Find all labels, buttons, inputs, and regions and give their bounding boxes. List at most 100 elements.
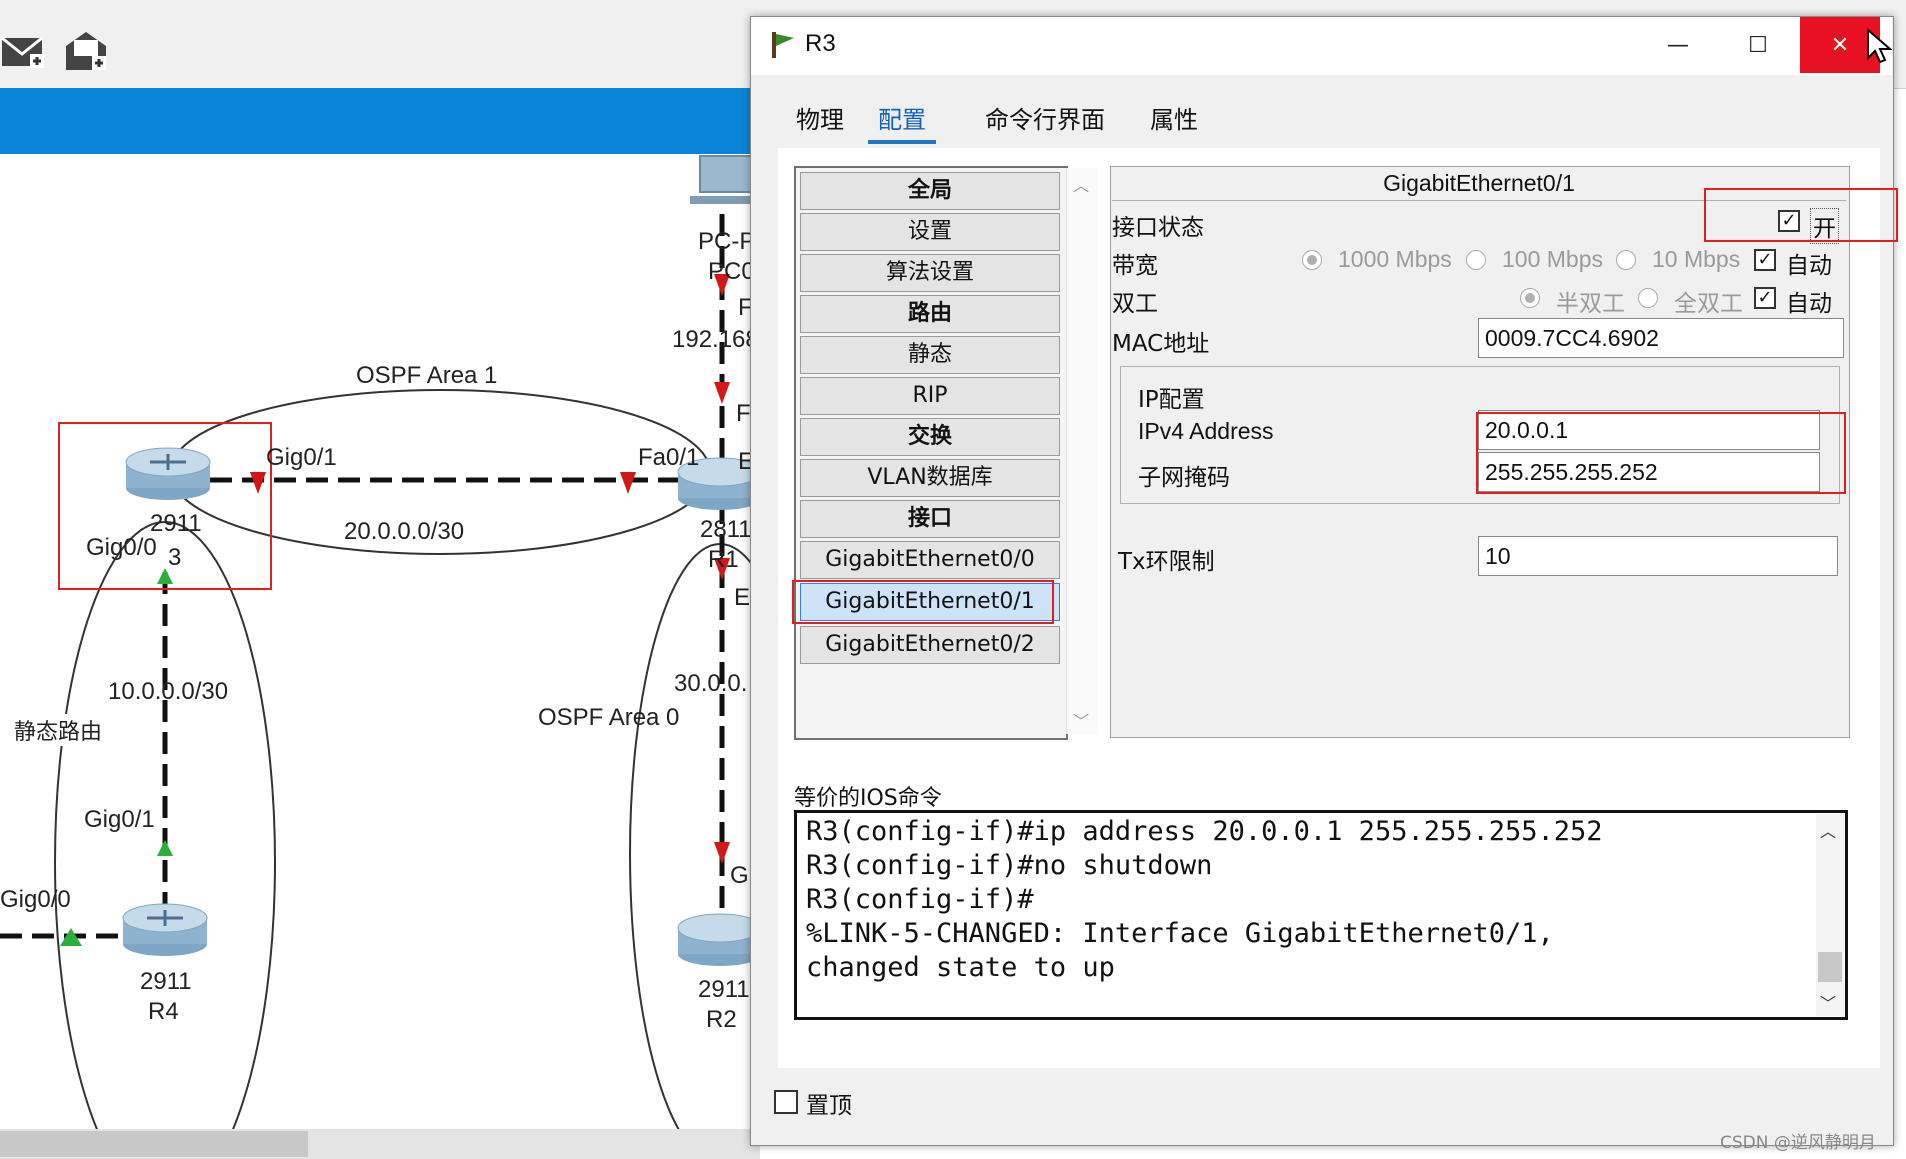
ios-commands-label: 等价的IOS命令	[794, 786, 942, 811]
link-down-arrow	[714, 382, 730, 404]
bandwidth-100-label: 100 Mbps	[1502, 246, 1604, 272]
console-line: R3(config-if)#no shutdown	[806, 850, 1213, 881]
topology-canvas[interactable]: OSPF Area 1 Gig0/1 Fa0/1 20.0.0.0/30 Gig…	[0, 154, 760, 1129]
nav-static[interactable]: 静态	[800, 336, 1060, 374]
net-20-label: 20.0.0.0/30	[344, 518, 465, 545]
nav-rip[interactable]: RIP	[800, 377, 1060, 415]
r1-model-label: 2811	[700, 516, 752, 543]
tab-config[interactable]: 配置	[868, 100, 936, 144]
console-scrollbar[interactable]	[1816, 814, 1844, 1016]
console-scrollbar-thumb[interactable]	[1818, 952, 1842, 982]
net-192-label: 192.168	[672, 326, 759, 353]
ip-config-label: IP配置	[1138, 387, 1205, 413]
tab-attributes[interactable]: 属性	[1140, 100, 1208, 140]
bandwidth-auto-checkbox[interactable]: ✓	[1754, 249, 1776, 271]
nav-gig02[interactable]: GigabitEthernet0/2	[800, 626, 1060, 664]
router-app-icon	[768, 30, 798, 64]
ip-highlight-box	[1476, 412, 1846, 494]
ospf-area0-label: OSPF Area 0	[538, 704, 680, 731]
duplex-label: 双工	[1112, 291, 1158, 317]
nav-global-header: 全局	[800, 172, 1060, 210]
console-line: %LINK-5-CHANGED: Interface GigabitEthern…	[806, 918, 1554, 949]
link-down-arrow	[714, 842, 730, 864]
dialog-title: R3	[805, 30, 836, 57]
r4-gig01-label: Gig0/1	[84, 806, 155, 833]
bandwidth-10-label: 10 Mbps	[1652, 246, 1741, 272]
console-line: changed state to up	[806, 952, 1115, 983]
port-fragment-label: F	[736, 400, 751, 427]
mail-compose-icon[interactable]	[0, 26, 48, 74]
duplex-full-radio[interactable]	[1638, 288, 1658, 308]
maximize-icon: ☐	[1748, 32, 1768, 58]
mouse-cursor-icon	[1866, 27, 1893, 68]
tx-ring-label: Tx环限制	[1118, 549, 1215, 575]
r3-model-label: 2911	[150, 510, 202, 537]
ipv4-label: IPv4 Address	[1138, 418, 1274, 444]
bandwidth-auto-label: 自动	[1786, 253, 1832, 279]
nav-settings[interactable]: 设置	[800, 213, 1060, 251]
nav-algorithm-settings[interactable]: 算法设置	[800, 254, 1060, 292]
duplex-full-label: 全双工	[1674, 290, 1743, 316]
r3-highlight-box	[58, 422, 272, 590]
gig01-highlight-box	[792, 580, 1054, 624]
static-route-label: 静态路由	[14, 714, 103, 746]
net-10-label: 10.0.0.0/30	[108, 678, 229, 705]
r4-name-label: R4	[148, 998, 179, 1025]
minimize-button[interactable]: —	[1638, 17, 1718, 73]
bandwidth-10-radio[interactable]	[1616, 250, 1636, 270]
duplex-half-label: 半双工	[1556, 290, 1625, 316]
nav-routing-header: 路由	[800, 295, 1060, 333]
router-r2-icon	[677, 913, 760, 966]
r2-name-label: R2	[706, 1006, 737, 1033]
mail-open-icon[interactable]	[62, 26, 110, 74]
r1-fa01-label: Fa0/1	[638, 444, 700, 471]
tab-cli[interactable]: 命令行界面	[975, 100, 1115, 140]
nav-switching-header: 交换	[800, 418, 1060, 456]
minimize-icon: —	[1667, 32, 1689, 58]
console-scroll-down-icon[interactable]: ﹀	[1820, 990, 1836, 1014]
r3-gig01-label: Gig0/1	[266, 444, 337, 471]
topology-drawing	[0, 155, 760, 1129]
subnet-mask-label: 子网掩码	[1138, 465, 1230, 491]
link-down-arrow	[620, 472, 636, 494]
console-line: R3(config-if)#	[806, 884, 1034, 915]
duplex-half-radio[interactable]	[1520, 288, 1540, 308]
console-scroll-up-icon[interactable]: ︿	[1820, 818, 1836, 842]
bandwidth-label: 带宽	[1112, 253, 1158, 279]
router-r4-icon	[122, 903, 208, 956]
workspace-banner	[0, 88, 760, 154]
link-up-arrow	[157, 840, 173, 856]
port-status-label: 接口状态	[1112, 215, 1204, 241]
mac-field[interactable]: 0009.7CC4.6902	[1478, 318, 1844, 358]
r3-name-label: 3	[168, 544, 182, 571]
nav-vlan-database[interactable]: VLAN数据库	[800, 459, 1060, 497]
bandwidth-1000-label: 1000 Mbps	[1338, 246, 1452, 272]
close-icon: ✕	[1830, 32, 1850, 58]
scroll-up-icon[interactable]: ︿	[1073, 172, 1089, 196]
r4-model-label: 2911	[140, 968, 192, 995]
duplex-auto-checkbox[interactable]: ✓	[1754, 287, 1776, 309]
r2-model-label: 2911	[698, 976, 750, 1003]
canvas-scrollbar-thumb[interactable]	[0, 1131, 308, 1157]
nav-gig00[interactable]: GigabitEthernet0/0	[800, 541, 1060, 579]
bandwidth-100-radio[interactable]	[1466, 250, 1486, 270]
ospf-area1-label: OSPF Area 1	[356, 362, 498, 389]
watermark: CSDN @逆风静明月	[1720, 1133, 1876, 1153]
r4-gig00-label: Gig0/0	[0, 886, 71, 913]
pc-model-label: PC0	[708, 258, 755, 285]
tx-ring-field[interactable]: 10	[1478, 536, 1838, 576]
mac-label: MAC地址	[1112, 331, 1210, 357]
console-line: R3(config-if)#ip address 20.0.0.1 255.25…	[806, 816, 1603, 847]
net-30-label: 30.0.0.	[674, 670, 748, 697]
pin-on-top-checkbox[interactable]	[774, 1090, 798, 1114]
maximize-button[interactable]: ☐	[1718, 17, 1798, 73]
duplex-auto-label: 自动	[1786, 291, 1832, 317]
port-status-highlight-box	[1704, 188, 1898, 242]
nav-list-scrollbar[interactable]	[1066, 168, 1097, 734]
pc-name-label: PC-P	[698, 228, 756, 255]
tab-physical[interactable]: 物理	[786, 100, 854, 140]
scroll-down-icon[interactable]: ﹀	[1073, 708, 1089, 732]
nav-interface-header: 接口	[800, 500, 1060, 538]
bandwidth-1000-radio[interactable]	[1302, 250, 1322, 270]
pin-on-top-label: 置顶	[806, 1093, 852, 1119]
